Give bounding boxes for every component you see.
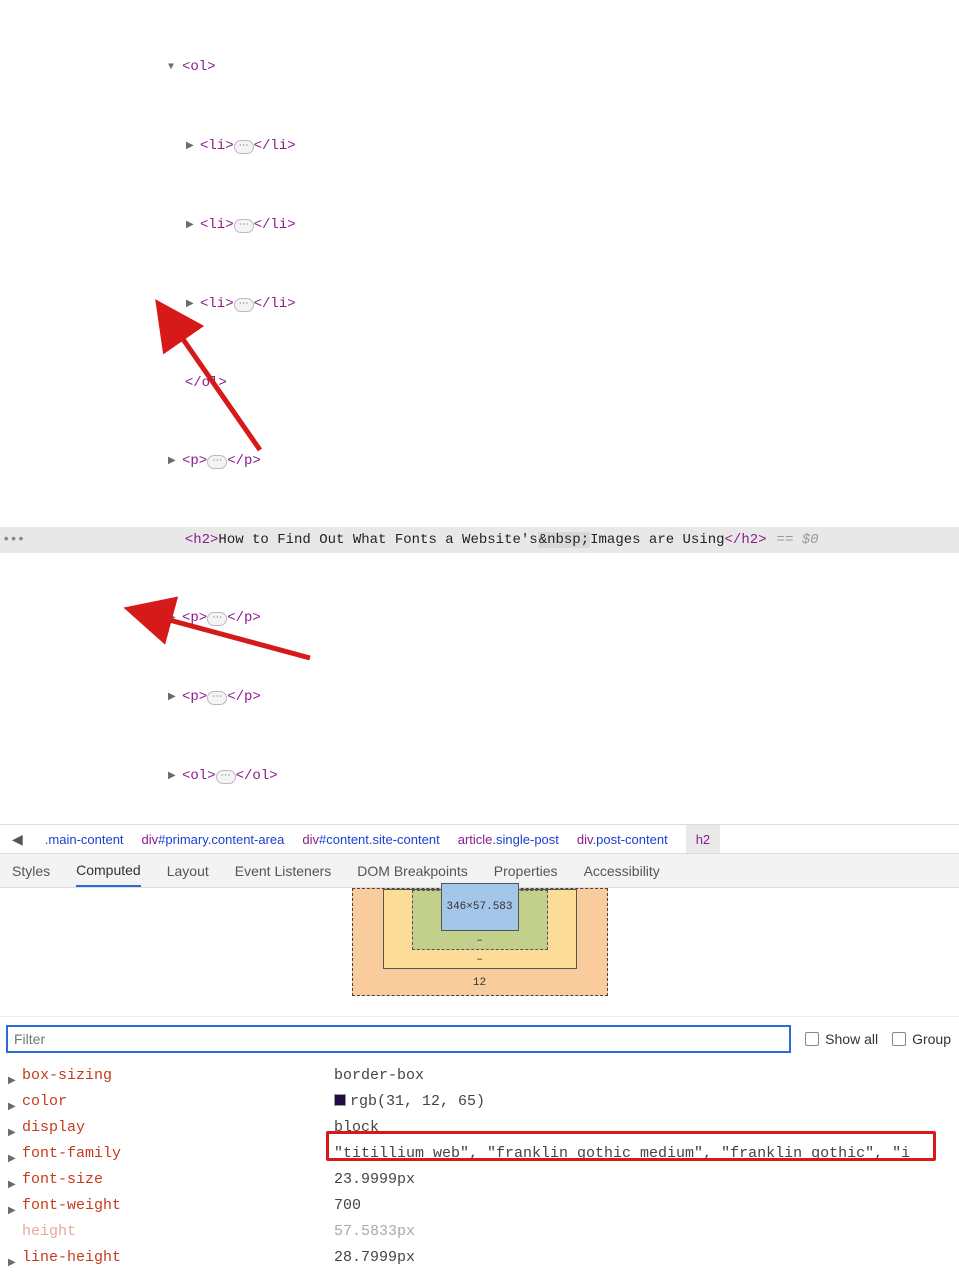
- breadcrumb-item[interactable]: div#primary.content-area: [142, 832, 285, 847]
- ellipsis-icon[interactable]: ⋯: [234, 219, 254, 233]
- show-all-checkbox[interactable]: Show all: [805, 1031, 878, 1047]
- breadcrumb-item[interactable]: div#content.site-content: [302, 832, 439, 847]
- dom-node-ol-collapsed[interactable]: <ol>⋯</ol>: [0, 763, 959, 790]
- dom-node-li[interactable]: <li>⋯</li>: [0, 133, 959, 160]
- breadcrumb-item[interactable]: article.single-post: [458, 832, 559, 847]
- ellipsis-icon[interactable]: ⋯: [207, 612, 227, 626]
- computed-row-display[interactable]: displayblock: [8, 1115, 959, 1141]
- tab-dom-breakpoints[interactable]: DOM Breakpoints: [357, 856, 467, 886]
- computed-row-color[interactable]: colorrgb(31, 12, 65): [8, 1089, 959, 1115]
- tab-layout[interactable]: Layout: [167, 856, 209, 886]
- computed-row-height[interactable]: height57.5833px: [8, 1219, 959, 1245]
- computed-properties: box-sizingborder-box colorrgb(31, 12, 65…: [0, 1061, 959, 1273]
- dom-node-ol-open[interactable]: <ol>: [0, 54, 959, 81]
- tab-properties[interactable]: Properties: [494, 856, 558, 886]
- eq0-badge: == $0: [777, 532, 819, 548]
- tab-accessibility[interactable]: Accessibility: [584, 856, 660, 886]
- box-model-content: 346×57.583: [441, 883, 519, 931]
- dom-node-p[interactable]: <p>⋯</p>: [0, 448, 959, 475]
- tab-event-listeners[interactable]: Event Listeners: [235, 856, 332, 886]
- ellipsis-icon[interactable]: ⋯: [207, 691, 227, 705]
- breadcrumb-item[interactable]: div.post-content: [577, 832, 668, 847]
- ellipsis-icon[interactable]: ⋯: [234, 140, 254, 154]
- tab-styles[interactable]: Styles: [12, 856, 50, 886]
- dom-tree[interactable]: <ol> <li>⋯</li> <li>⋯</li> <li>⋯</li> </…: [0, 0, 959, 824]
- dom-node-h2-selected[interactable]: <h2>How to Find Out What Fonts a Website…: [0, 527, 959, 553]
- computed-row-font-family[interactable]: font-family"titillium web", "franklin go…: [8, 1141, 959, 1167]
- show-all-label: Show all: [825, 1031, 878, 1047]
- box-model-margin-bottom: 12: [353, 977, 607, 989]
- group-checkbox[interactable]: Group: [892, 1031, 951, 1047]
- box-model-diagram: 346×57.583 – – 12: [0, 888, 959, 1016]
- dom-node-li[interactable]: <li>⋯</li>: [0, 212, 959, 239]
- ellipsis-icon[interactable]: ⋯: [234, 298, 254, 312]
- breadcrumb: ◀ .main-content div#primary.content-area…: [0, 824, 959, 854]
- ellipsis-icon[interactable]: ⋯: [216, 770, 236, 784]
- filter-input[interactable]: [6, 1025, 791, 1053]
- ellipsis-icon[interactable]: ⋯: [207, 455, 227, 469]
- computed-row-font-size[interactable]: font-size23.9999px: [8, 1167, 959, 1193]
- computed-row-line-height[interactable]: line-height28.7999px: [8, 1245, 959, 1271]
- tab-computed[interactable]: Computed: [76, 855, 141, 887]
- dom-node-ol-close[interactable]: </ol>: [0, 370, 959, 396]
- breadcrumb-item-current[interactable]: h2: [686, 825, 720, 854]
- checkbox-icon[interactable]: [805, 1032, 819, 1046]
- filter-row: Show all Group: [0, 1016, 959, 1061]
- computed-row-font-weight[interactable]: font-weight700: [8, 1193, 959, 1219]
- breadcrumb-back-icon[interactable]: ◀: [8, 831, 27, 848]
- color-swatch-icon: [334, 1094, 346, 1106]
- computed-row-box-sizing[interactable]: box-sizingborder-box: [8, 1063, 959, 1089]
- breadcrumb-item[interactable]: .main-content: [45, 832, 124, 847]
- dom-node-p[interactable]: <p>⋯</p>: [0, 605, 959, 632]
- dom-node-li[interactable]: <li>⋯</li>: [0, 291, 959, 318]
- checkbox-icon[interactable]: [892, 1032, 906, 1046]
- dom-node-p[interactable]: <p>⋯</p>: [0, 684, 959, 711]
- group-label: Group: [912, 1031, 951, 1047]
